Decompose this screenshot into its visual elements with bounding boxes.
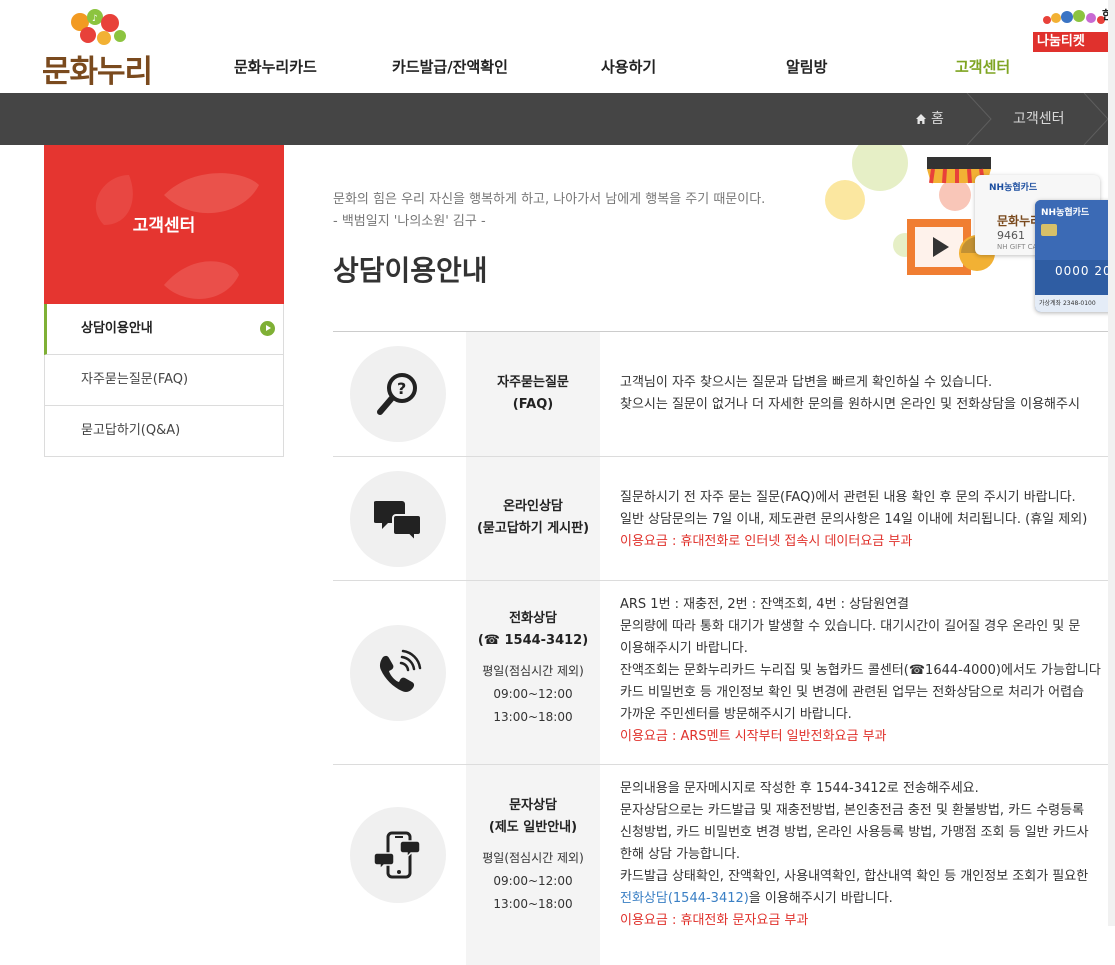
breadcrumb-separator-icon [1083, 93, 1109, 145]
sidebar-menu: 상담이용안내 자주묻는질문(FAQ) 묻고답하기(Q&A) [44, 304, 284, 457]
page-quote: 문화의 힘은 우리 자신을 행복하게 하고, 나아가서 남에게 행복을 주기 때… [333, 189, 765, 233]
card-foot: 가상계좌 2348-0100 [1039, 300, 1096, 307]
speech-bubbles-icon [350, 471, 446, 567]
consultation-row-phone: 전화상담 (☎ 1544-3412) 평일(점심시간 제외) 09:00~12:… [333, 581, 1115, 765]
row-label: 온라인상담 (묻고답하기 게시판) [466, 457, 600, 580]
row-description: 문의내용을 문자메시지로 작성한 후 1544-3412로 전송해주세요. 문자… [620, 778, 1115, 932]
nanum-ticket-logo[interactable]: 나눔티켓 한 [1033, 4, 1115, 54]
breadcrumb-home[interactable]: 홈 [931, 93, 944, 145]
sidebar-header: 고객센터 [44, 145, 284, 304]
hours-am: 09:00~12:00 [493, 874, 573, 888]
row-description: ARS 1번 : 재충전, 2번 : 잔액조회, 4번 : 상담원연결 문의량에… [620, 594, 1115, 748]
faq-search-icon: ? [350, 346, 446, 442]
desc-line: 신청방법, 카드 비밀번호 변경 방법, 온라인 사용등록 방법, 가맹점 조회… [620, 825, 1089, 840]
quote-author: - 백범일지 '나의소원' 김구 - [333, 214, 486, 229]
nav-notice-board[interactable]: 알림방 [786, 56, 827, 77]
hero-illustration: NH농협카드 문화누리 9461 NH GIFT CARD NH농협카드 000… [815, 145, 1115, 330]
logo-tree-icon: ♪ [71, 9, 126, 45]
nh-card-image: NH농협카드 0000 20 가상계좌 2348-0100 [1035, 200, 1115, 312]
card-brand: NH농협카드 [989, 183, 1038, 193]
hours-pm: 13:00~18:00 [493, 897, 573, 911]
desc-line: 카드발급 상태확인, 잔액확인, 사용내역확인, 합산내역 확인 등 개인정보 … [620, 869, 1089, 884]
logo-text: 문화누리 [42, 54, 153, 90]
site-header: ♪ 문화누리 문화누리카드 카드발급/잔액확인 사용하기 알림방 고객센터 나눔… [0, 0, 1115, 93]
desc-line: 문자상담으로는 카드발급 및 재충전방법, 본인충전금 충전 및 환불방법, 카… [620, 803, 1085, 818]
row-description: 고객님이 자주 찾으시는 질문과 답변을 빠르게 확인하실 수 있습니다. 찾으… [620, 372, 1115, 416]
mobile-message-icon [350, 807, 446, 903]
desc-line: 질문하시기 전 자주 묻는 질문(FAQ)에서 관련된 내용 확인 후 문의 주… [620, 490, 1076, 505]
desc-line: 가까운 주민센터를 방문해주시기 바랍니다. [620, 707, 852, 722]
sidebar-item-label: 자주묻는질문(FAQ) [81, 372, 189, 387]
svg-text:?: ? [397, 379, 406, 398]
hours-label: 평일(점심시간 제외) [482, 851, 584, 865]
sidebar-item-consultation-guide[interactable]: 상담이용안내 [44, 304, 284, 355]
consultation-row-faq: ? 자주묻는질문 (FAQ) 고객님이 자주 찾으시는 질문과 답변을 빠르게 … [333, 332, 1115, 457]
nav-card-issue-balance[interactable]: 카드발급/잔액확인 [392, 56, 508, 77]
card-number: 9461 [997, 229, 1025, 242]
phone-call-icon [350, 625, 446, 721]
desc-line: 찾으시는 질문이 없거나 더 자세한 문의를 원하시면 온라인 및 전화상담을 … [620, 397, 1080, 412]
card-brand: NH농협카드 [1041, 208, 1090, 218]
breadcrumb-separator-icon [966, 93, 992, 145]
card-chip-icon [1041, 224, 1057, 236]
partner-dots-icon [1043, 10, 1105, 24]
row-title: 전화상담 [509, 611, 557, 626]
sidebar-item-faq[interactable]: 자주묻는질문(FAQ) [44, 355, 284, 406]
sidebar-item-label: 묻고답하기(Q&A) [81, 423, 181, 438]
consultation-row-online: 온라인상담 (묻고답하기 게시판) 질문하시기 전 자주 묻는 질문(FAQ)에… [333, 457, 1115, 581]
nav-customer-center[interactable]: 고객센터 [955, 56, 1010, 77]
page-title: 상담이용안내 [333, 254, 488, 287]
breadcrumb-current[interactable]: 고객센터 [1013, 93, 1065, 145]
hours-label: 평일(점심시간 제외) [482, 664, 584, 678]
desc-line: 이용해주시기 바랍니다. [620, 641, 748, 656]
sidebar-item-label: 상담이용안내 [81, 321, 153, 336]
row-label: 전화상담 (☎ 1544-3412) 평일(점심시간 제외) 09:00~12:… [466, 581, 600, 764]
consultation-row-sms: 문자상담 (제도 일반안내) 평일(점심시간 제외) 09:00~12:00 1… [333, 765, 1115, 965]
row-label: 자주묻는질문 (FAQ) [466, 332, 600, 456]
row-label: 문자상담 (제도 일반안내) 평일(점심시간 제외) 09:00~12:00 1… [466, 765, 600, 965]
desc-line: 문의량에 따라 통화 대기가 발생할 수 있습니다. 대기시간이 길어질 경우 … [620, 619, 1081, 634]
fee-notice: 이용요금 : 휴대전화로 인터넷 접속시 데이터요금 부과 [620, 534, 913, 549]
arrow-right-icon [260, 321, 275, 336]
desc-line: 한해 상담 가능합니다. [620, 847, 741, 862]
hours-am: 09:00~12:00 [493, 687, 573, 701]
nav-culture-card[interactable]: 문화누리카드 [234, 56, 317, 77]
desc-line: 잔액조회는 문화누리카드 누리집 및 농협카드 콜센터(☎1644-4000)에… [620, 663, 1101, 678]
consultation-table: ? 자주묻는질문 (FAQ) 고객님이 자주 찾으시는 질문과 답변을 빠르게 … [333, 331, 1115, 965]
row-title: 온라인상담 [503, 499, 563, 514]
link-suffix: 을 이용해주시기 바랍니다. [748, 891, 893, 906]
sidebar-item-qna[interactable]: 묻고답하기(Q&A) [44, 406, 284, 457]
svg-text:♪: ♪ [92, 14, 98, 24]
scrollbar[interactable] [1108, 0, 1115, 926]
row-description: 질문하시기 전 자주 묻는 질문(FAQ)에서 관련된 내용 확인 후 문의 주… [620, 487, 1115, 553]
row-title: 문자상담 [509, 798, 557, 813]
row-subtitle: (FAQ) [512, 397, 554, 412]
fee-notice: 이용요금 : 휴대전화 문자요금 부과 [620, 913, 809, 928]
row-subtitle: (제도 일반안내) [488, 820, 578, 835]
breadcrumb-bar: 홈 고객센터 [0, 93, 1115, 145]
desc-line: ARS 1번 : 재충전, 2번 : 잔액조회, 4번 : 상담원연결 [620, 597, 909, 612]
card-number: 0000 20 [1055, 264, 1112, 278]
phone-consult-link[interactable]: 전화상담(1544-3412) [620, 891, 749, 906]
row-subtitle: (묻고답하기 게시판) [476, 521, 590, 536]
desc-line: 카드 비밀번호 등 개인정보 확인 및 변경에 관련된 업무는 전화상담으로 처… [620, 685, 1085, 700]
row-title: 자주묻는질문 [497, 375, 569, 390]
home-icon[interactable] [915, 113, 927, 125]
sidebar-title: 고객센터 [132, 216, 196, 236]
nav-how-to-use[interactable]: 사용하기 [601, 56, 656, 77]
desc-line: 문의내용을 문자메시지로 작성한 후 1544-3412로 전송해주세요. [620, 781, 979, 796]
phone-number: (☎ 1544-3412) [477, 633, 589, 648]
partner-badge: 나눔티켓 [1033, 32, 1109, 52]
quote-line: 문화의 힘은 우리 자신을 행복하게 하고, 나아가서 남에게 행복을 주기 때… [333, 192, 766, 207]
site-logo[interactable]: ♪ 문화누리 [40, 8, 162, 90]
desc-line: 전화상담(1544-3412)을 이용해주시기 바랍니다. [620, 888, 1115, 910]
desc-line: 일반 상담문의는 7일 이내, 제도관련 문의사항은 14일 이내에 처리됩니다… [620, 512, 1088, 527]
desc-line: 고객님이 자주 찾으시는 질문과 답변을 빠르게 확인하실 수 있습니다. [620, 375, 993, 390]
hours-pm: 13:00~18:00 [493, 710, 573, 724]
fee-notice: 이용요금 : ARS멘트 시작부터 일반전화요금 부과 [620, 729, 887, 744]
